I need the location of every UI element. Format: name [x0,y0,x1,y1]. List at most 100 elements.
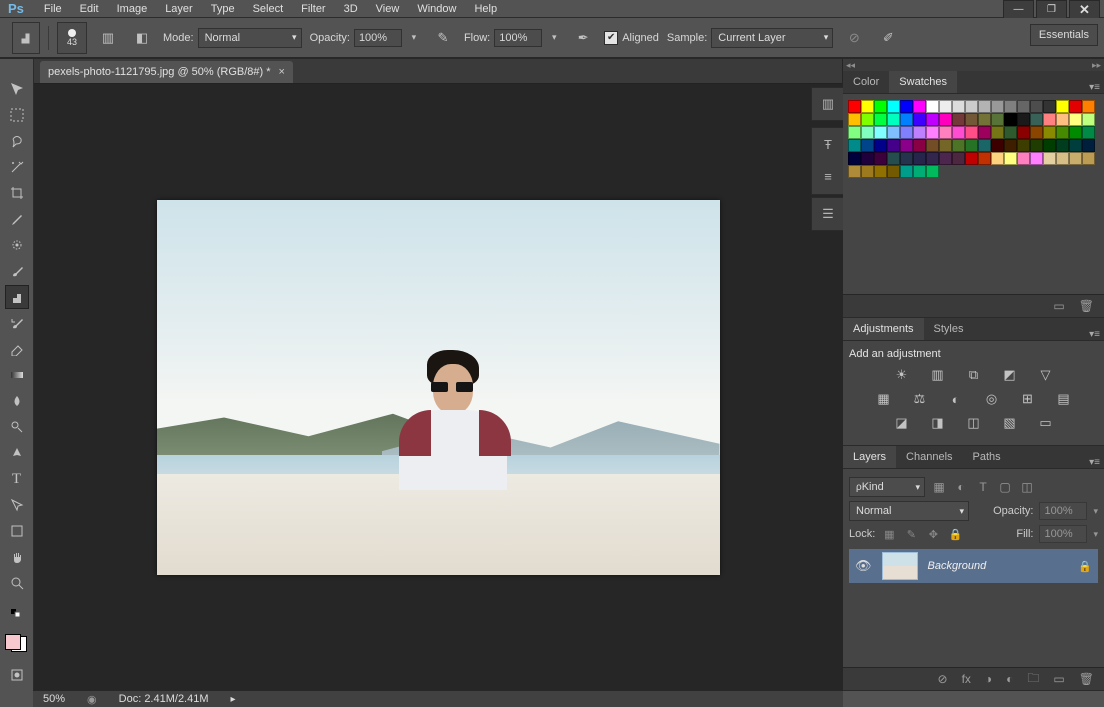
swatch[interactable] [887,126,900,139]
layer-style-icon[interactable]: fx [962,672,971,686]
lock-all-icon[interactable]: 🔒 [947,528,963,541]
swatch[interactable] [913,165,926,178]
filter-shape-icon[interactable]: ▢ [997,480,1013,494]
exposure-icon[interactable]: ◩ [1000,366,1020,384]
color-swatches[interactable] [5,630,29,654]
swatch[interactable] [991,139,1004,152]
zoom-level[interactable]: 50% [43,693,65,705]
swatch[interactable] [991,100,1004,113]
swatch[interactable] [1030,100,1043,113]
photo-filter-icon[interactable]: ◎ [982,390,1002,408]
flow-field[interactable]: 100% [494,29,542,47]
close-button[interactable]: ✕ [1069,0,1100,19]
swatch[interactable] [926,113,939,126]
character-panel-icon[interactable]: Ŧ [816,132,840,156]
swatch[interactable] [848,126,861,139]
brush-panel-toggle-icon[interactable]: ▥ [95,25,121,51]
tab-layers[interactable]: Layers [843,446,896,468]
color-lookup-icon[interactable]: ▤ [1054,390,1074,408]
swatch[interactable] [1043,113,1056,126]
hue-sat-icon[interactable]: ▦ [874,390,894,408]
sample-dropdown[interactable]: Current Layer [711,28,833,48]
swatch[interactable] [1004,113,1017,126]
new-swatch-icon[interactable]: ▭ [1053,299,1064,313]
tab-channels[interactable]: Channels [896,446,962,468]
swatch[interactable] [848,139,861,152]
menu-view[interactable]: View [368,1,408,17]
pen-tool[interactable] [5,441,29,465]
current-tool-indicator[interactable] [12,22,40,54]
swatch[interactable] [952,126,965,139]
crop-tool[interactable] [5,181,29,205]
swatch[interactable] [939,139,952,152]
zoom-tool[interactable] [5,571,29,595]
default-colors-icon[interactable] [5,601,29,625]
levels-icon[interactable]: ▥ [928,366,948,384]
swatch[interactable] [900,139,913,152]
swatch[interactable] [926,126,939,139]
swatch[interactable] [1017,139,1030,152]
swatch[interactable] [1030,113,1043,126]
fill-field[interactable]: 100% [1039,525,1087,543]
status-preview-icon[interactable]: ◉ [87,693,97,706]
swatch[interactable] [1043,126,1056,139]
blend-mode-dropdown[interactable]: Normal [849,501,969,521]
flow-flyout-icon[interactable]: ▾ [546,25,562,51]
swatch[interactable] [913,100,926,113]
color-balance-icon[interactable]: ⚖ [910,390,930,408]
swatch[interactable] [913,126,926,139]
paragraph-panel-icon[interactable]: ≡ [816,164,840,188]
swatch[interactable] [887,152,900,165]
channel-mixer-icon[interactable]: ⊞ [1018,390,1038,408]
menu-window[interactable]: Window [409,1,464,17]
eyedropper-tool[interactable] [5,207,29,231]
swatch[interactable] [978,113,991,126]
layer-thumbnail[interactable] [882,552,918,580]
panel-menu-icon[interactable]: ▾≡ [1089,329,1100,340]
swatch[interactable] [991,113,1004,126]
magic-wand-tool[interactable] [5,155,29,179]
collapse-left-icon[interactable]: ◂◂ [846,60,855,71]
swatch[interactable] [1030,139,1043,152]
maximize-button[interactable]: ❐ [1036,0,1067,19]
swatch[interactable] [848,100,861,113]
swatch[interactable] [848,165,861,178]
swatch[interactable] [1082,113,1095,126]
swatches-grid[interactable] [843,94,1103,184]
menu-type[interactable]: Type [203,1,243,17]
layer-mask-icon[interactable]: ◑ [985,672,992,686]
layer-row-background[interactable]: 👁 Background 🔒 [849,549,1098,583]
tab-paths[interactable]: Paths [963,446,1011,468]
swatch[interactable] [900,152,913,165]
menu-help[interactable]: Help [466,1,505,17]
delete-layer-icon[interactable]: 🗑 [1079,672,1094,686]
selective-color-icon[interactable]: ▧ [1000,414,1020,432]
menu-edit[interactable]: Edit [72,1,107,17]
swatch[interactable] [861,100,874,113]
swatch[interactable] [861,113,874,126]
swatch[interactable] [887,113,900,126]
swatch[interactable] [1069,139,1082,152]
type-tool[interactable]: T [5,467,29,491]
tab-color[interactable]: Color [843,71,889,93]
lock-position-icon[interactable]: ✥ [925,528,941,541]
threshold-icon[interactable]: ◫ [964,414,984,432]
swatch[interactable] [939,152,952,165]
swatch[interactable] [861,126,874,139]
swatch[interactable] [978,100,991,113]
new-layer-icon[interactable]: ▭ [1053,672,1064,686]
panel-menu-icon[interactable]: ▾≡ [1089,82,1100,93]
tab-styles[interactable]: Styles [924,318,974,340]
swatch[interactable] [1017,126,1030,139]
swatch[interactable] [965,152,978,165]
swatch[interactable] [1043,139,1056,152]
swatch[interactable] [861,139,874,152]
lasso-tool[interactable] [5,129,29,153]
history-panel-icon[interactable]: ▥ [816,92,840,116]
swatch[interactable] [887,165,900,178]
menu-filter[interactable]: Filter [293,1,333,17]
swatch[interactable] [913,152,926,165]
swatch[interactable] [1017,100,1030,113]
aligned-checkbox[interactable]: ✔ [604,31,618,45]
canvas[interactable] [34,84,842,691]
